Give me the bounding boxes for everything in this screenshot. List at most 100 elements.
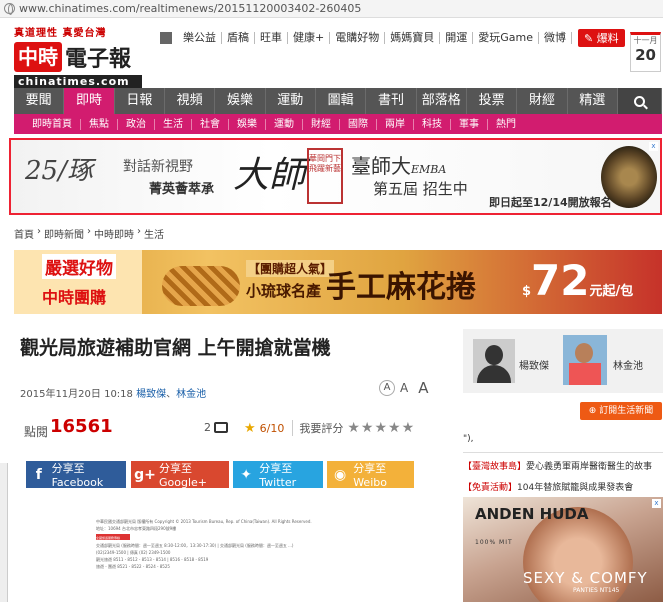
doc-redbox: 全國旅遊服務專線	[96, 534, 130, 540]
breadcrumb-item[interactable]: 中時即時	[94, 226, 134, 241]
comment-count[interactable]: 2	[204, 421, 228, 434]
subscribe-button[interactable]: ⊕ 訂閱生活新聞	[580, 402, 662, 420]
topnav-item[interactable]: 開運	[440, 32, 474, 44]
share-weibo-button[interactable]: ◉ 分享至Weibo	[327, 461, 414, 489]
globe-icon	[4, 3, 15, 15]
chevron-right-icon: ›	[37, 226, 41, 237]
tab-video[interactable]: 視頻	[165, 88, 216, 114]
ad-close-icon[interactable]: x	[649, 142, 658, 151]
subnav-item[interactable]: 財經	[303, 118, 340, 130]
report-button[interactable]: ✎ 爆料	[577, 29, 625, 47]
subnav-item[interactable]: 兩岸	[377, 118, 414, 130]
breadcrumb-item[interactable]: 即時新聞	[44, 226, 84, 241]
tab-vote[interactable]: 投票	[467, 88, 518, 114]
subnav-item[interactable]: 科技	[414, 118, 451, 130]
ad-emba-title: 臺師大EMBA	[351, 150, 446, 179]
report-label: 爆料	[596, 32, 619, 45]
rating-widget: ★ 6/10 我要評分 ★★★★★	[244, 420, 415, 436]
ad-close-icon[interactable]: x	[652, 499, 661, 508]
author-name-1[interactable]: 楊致傑	[519, 357, 549, 372]
tab-books[interactable]: 書刊	[366, 88, 417, 114]
author-panel: 楊致傑 林金池	[463, 329, 663, 393]
topnav-item[interactable]: 盾稿	[222, 32, 255, 44]
subnav-item[interactable]: 即時首頁	[24, 118, 81, 130]
font-size-medium-button[interactable]: A	[400, 381, 408, 395]
ad-product-title: 手工麻花捲	[326, 270, 476, 305]
doc-line: (02)2349-1500 | 傳真 (02) 2349-1500	[96, 550, 171, 555]
tab-sports[interactable]: 運動	[266, 88, 316, 114]
breadcrumb-item[interactable]: 首頁	[14, 226, 34, 241]
topnav-item[interactable]: 旺車	[255, 32, 288, 44]
search-button[interactable]	[617, 88, 662, 114]
font-size-large-button[interactable]: A	[418, 379, 428, 397]
subnav-item[interactable]: 國際	[340, 118, 377, 130]
subnav-item[interactable]: 運動	[266, 118, 303, 130]
chevron-right-icon: ›	[137, 226, 141, 237]
group-buy-ad-banner[interactable]: 嚴選好物 中時團購 【團購超人氣】 小琉球名產 手工麻花捲 $72元起/包	[14, 250, 662, 314]
ad-origin: 小琉球名產	[246, 282, 322, 300]
share-weibo-label: 分享至Weibo	[353, 462, 387, 489]
tab-blog[interactable]: 部落格	[417, 88, 467, 114]
font-size-small-button[interactable]: A	[379, 380, 395, 396]
subnav-item[interactable]: 政治	[118, 118, 155, 130]
ad-price-currency: $	[522, 284, 532, 299]
share-twitter-button[interactable]: ✦ 分享至Twitter	[233, 461, 323, 489]
share-facebook-label: 分享至Facebook	[51, 462, 104, 489]
share-google-button[interactable]: g+ 分享至Google+	[131, 461, 229, 489]
news-tag: 【免責活動】	[463, 483, 518, 493]
date-widget: 十一月 20	[630, 32, 661, 72]
tab-finance[interactable]: 財經	[517, 88, 568, 114]
tab-realtime[interactable]: 即時	[64, 88, 115, 114]
ad-calligraphy: 25/琢	[25, 156, 93, 186]
tab-featured[interactable]: 精選	[568, 88, 618, 114]
topnav-item[interactable]: 媽媽寶貝	[385, 32, 441, 44]
avatar[interactable]	[563, 335, 607, 385]
subnav-item[interactable]: 焦點	[81, 118, 118, 130]
ad-seal: 華岡門下飛躍新藝	[307, 148, 343, 204]
lingerie-ad[interactable]: ANDEN HUDA 100% MIT SEXY & COMFY PANTIES…	[463, 497, 663, 602]
subnav-item[interactable]: 生活	[155, 118, 192, 130]
subnav-item[interactable]: 軍事	[451, 118, 488, 130]
topnav-item[interactable]: 愛玩Game	[473, 32, 539, 44]
subnav-item[interactable]: 娛樂	[229, 118, 266, 130]
share-facebook-button[interactable]: f 分享至Facebook	[26, 461, 126, 489]
list-item[interactable]: 【臺灣故事島】愛心義勇軍兩岸醫衛醫生的故事	[463, 459, 663, 472]
home-icon[interactable]	[160, 32, 172, 44]
article-meta: 2015年11月20日 10:18 楊致傑、林金池	[20, 389, 207, 400]
topnav-item[interactable]: 微博	[539, 32, 572, 44]
subnav-item[interactable]: 社會	[192, 118, 229, 130]
site-logo[interactable]: 真道理性 真愛台灣 中時 電子報 chinatimes.com	[14, 24, 154, 88]
views-label: 點閱	[24, 425, 49, 439]
ad-tagline-2: 菁英薈萃承	[149, 182, 215, 197]
topnav-item[interactable]: 健康+	[288, 32, 331, 44]
emba-ad-banner[interactable]: 25/琢 對話新視野 菁英薈萃承 大師 華岡門下飛躍新藝 臺師大EMBA 第五屆…	[9, 138, 662, 215]
news-title: 愛心義勇軍兩岸醫衛醫生的故事	[526, 462, 653, 472]
topnav-item[interactable]: 樂公益	[178, 32, 222, 44]
author-name-2[interactable]: 林金池	[613, 357, 643, 372]
comment-icon	[214, 422, 228, 433]
author-link-1[interactable]: 楊致傑	[136, 389, 166, 400]
tab-news[interactable]: 要聞	[14, 88, 65, 114]
breadcrumb-item[interactable]: 生活	[144, 226, 164, 241]
tab-daily[interactable]: 日報	[115, 88, 165, 114]
list-item[interactable]: 【免責活動】104年替旅賦籠與成果發表會	[463, 480, 663, 493]
facebook-icon: f	[35, 466, 42, 483]
subnav-item[interactable]: 熱門	[488, 119, 524, 130]
ad-emba-school: 臺師大	[351, 154, 411, 178]
avatar-placeholder[interactable]	[473, 339, 515, 383]
author-link-2[interactable]: 林金池	[176, 389, 206, 400]
ad-price: $72元起/包	[522, 256, 633, 305]
font-size-controls: A A A	[379, 379, 433, 397]
share-twitter-label: 分享至Twitter	[259, 462, 297, 489]
doc-line: 地址：10694 台北市忠孝東路四段290號9樓	[96, 526, 177, 531]
chevron-right-icon: ›	[87, 226, 91, 237]
address-bar[interactable]: www.chinatimes.com/realtimenews/20151120…	[0, 0, 663, 18]
rate-stars[interactable]: ★★★★★	[347, 420, 415, 436]
ad-emba-sub: 第五屆 招生中	[373, 180, 468, 198]
topnav-item[interactable]: 電購好物	[330, 32, 386, 44]
ad-big-title: 大師	[233, 155, 306, 196]
tab-gallery[interactable]: 圖輯	[316, 88, 367, 114]
tab-entertainment[interactable]: 娛樂	[215, 88, 266, 114]
ad-emblem-image	[601, 146, 657, 208]
ad-pop: 【團購超人氣】	[246, 260, 335, 277]
